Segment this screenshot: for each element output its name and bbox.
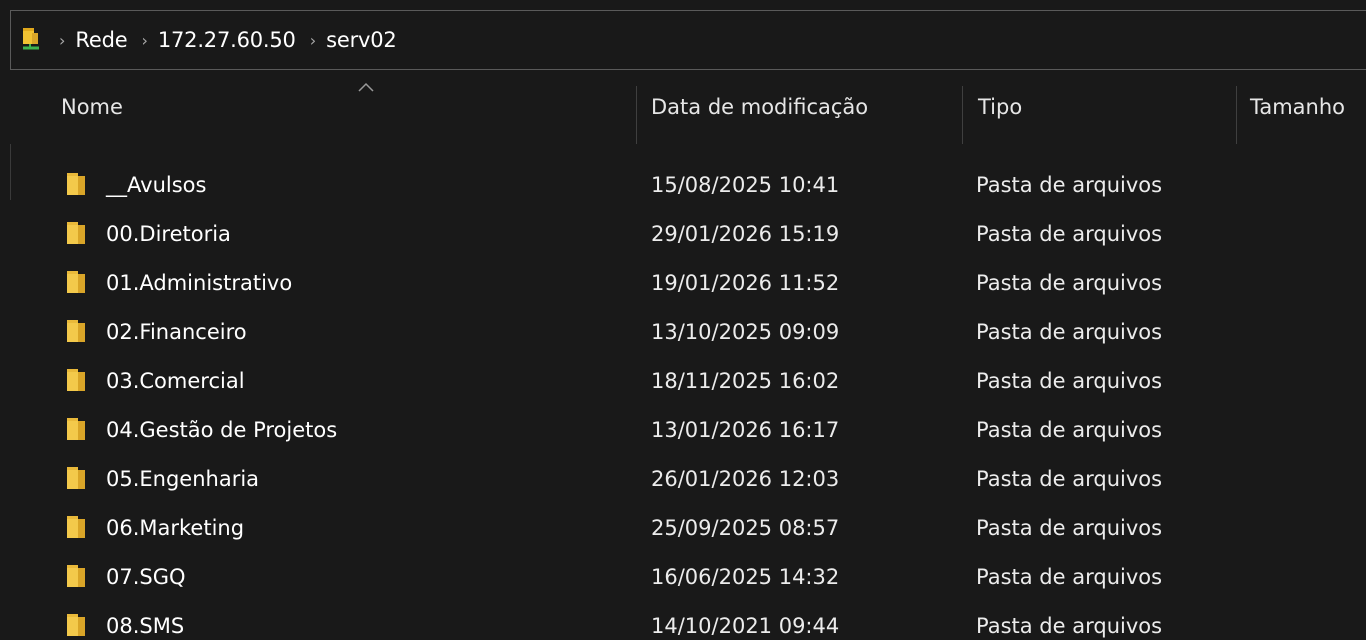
file-row[interactable]: 01.Administrativo 19/01/2026 11:52 Pasta d…: [10, 258, 1366, 307]
folder-icon: [66, 318, 86, 344]
file-modified-date: 14/10/2021 09:44: [651, 613, 840, 638]
file-modified-date: 29/01/2026 15:19: [651, 221, 840, 246]
folder-icon: [66, 563, 86, 589]
folder-icon: [66, 514, 86, 540]
file-type: Pasta de arquivos: [976, 270, 1163, 295]
address-bar[interactable]: › Rede › 172.27.60.50 › serv02: [10, 10, 1366, 70]
file-row[interactable]: 02.Financeiro 13/10/2025 09:09 Pasta de ar…: [10, 307, 1366, 356]
file-name: 03.Comercial: [106, 368, 245, 393]
file-row[interactable]: 03.Comercial 18/11/2025 16:02 Pasta de arq…: [10, 356, 1366, 405]
file-modified-date: 26/01/2026 12:03: [651, 466, 840, 491]
file-type: Pasta de arquivos: [976, 466, 1163, 491]
file-modified-date: 15/08/2025 10:41: [651, 172, 840, 197]
file-modified-date: 13/10/2025 09:09: [651, 319, 840, 344]
folder-icon: [66, 465, 86, 491]
file-explorer-window: › Rede › 172.27.60.50 › serv02 Nome Data…: [0, 0, 1366, 640]
breadcrumb-item-rede[interactable]: Rede: [75, 28, 127, 52]
network-location-icon: [19, 26, 45, 54]
column-header-row: Nome Data de modificação Tipo Tamanho: [10, 70, 1366, 144]
folder-icon: [66, 269, 86, 295]
file-name: __Avulsos: [106, 172, 207, 197]
column-header-name[interactable]: Nome: [61, 70, 631, 144]
column-header-type[interactable]: Tipo: [978, 70, 1228, 144]
file-type: Pasta de arquivos: [976, 221, 1163, 246]
file-name: 06.Marketing: [106, 515, 245, 540]
file-row[interactable]: 06.Marketing 25/09/2025 08:57 Pasta de arq…: [10, 503, 1366, 552]
file-row[interactable]: 00.Diretoria 29/01/2026 15:19 Pasta de arq…: [10, 209, 1366, 258]
folder-icon: [66, 171, 86, 197]
folder-icon: [66, 220, 86, 246]
column-header-size[interactable]: Tamanho: [1250, 70, 1366, 144]
file-name: 04.Gestão de Projetos: [106, 417, 338, 442]
column-divider[interactable]: [636, 86, 637, 144]
file-modified-date: 13/01/2026 16:17: [651, 417, 840, 442]
file-modified-date: 18/11/2025 16:02: [651, 368, 840, 393]
file-list: __Avulsos 15/08/2025 10:41 Pasta de arquiv…: [10, 160, 1366, 640]
file-name: 02.Financeiro: [106, 319, 247, 344]
file-name: 07.SGQ: [106, 564, 186, 589]
file-modified-date: 25/09/2025 08:57: [651, 515, 840, 540]
folder-icon: [66, 612, 86, 638]
column-divider[interactable]: [1236, 86, 1237, 144]
file-name: 08.SMS: [106, 613, 185, 638]
column-divider[interactable]: [962, 86, 963, 144]
file-row[interactable]: 04.Gestão de Projetos 13/01/2026 16:17 Pas…: [10, 405, 1366, 454]
breadcrumb-separator-icon: ›: [141, 30, 148, 50]
folder-icon: [66, 367, 86, 393]
file-type: Pasta de arquivos: [976, 172, 1163, 197]
folder-icon: [66, 416, 86, 442]
file-row[interactable]: __Avulsos 15/08/2025 10:41 Pasta de arquiv…: [10, 160, 1366, 209]
file-row[interactable]: 08.SMS 14/10/2021 09:44 Pasta de arquivos: [10, 601, 1366, 640]
file-name: 01.Administrativo: [106, 270, 293, 295]
file-modified-date: 19/01/2026 11:52: [651, 270, 840, 295]
column-header-date[interactable]: Data de modificação: [651, 70, 961, 144]
file-type: Pasta de arquivos: [976, 417, 1163, 442]
breadcrumb-separator-icon: ›: [59, 30, 66, 50]
file-type: Pasta de arquivos: [976, 368, 1163, 393]
file-type: Pasta de arquivos: [976, 613, 1163, 638]
file-type: Pasta de arquivos: [976, 564, 1163, 589]
file-row[interactable]: 05.Engenharia 26/01/2026 12:03 Pasta de ar…: [10, 454, 1366, 503]
file-row[interactable]: 07.SGQ 16/06/2025 14:32 Pasta de arquivos: [10, 552, 1366, 601]
breadcrumb-item-serv02[interactable]: serv02: [326, 28, 397, 52]
file-modified-date: 16/06/2025 14:32: [651, 564, 840, 589]
file-type: Pasta de arquivos: [976, 319, 1163, 344]
file-type: Pasta de arquivos: [976, 515, 1163, 540]
file-name: 00.Diretoria: [106, 221, 231, 246]
breadcrumb-separator-icon: ›: [309, 30, 317, 50]
file-name: 05.Engenharia: [106, 466, 260, 491]
breadcrumb-item-ip[interactable]: 172.27.60.50: [158, 28, 296, 52]
